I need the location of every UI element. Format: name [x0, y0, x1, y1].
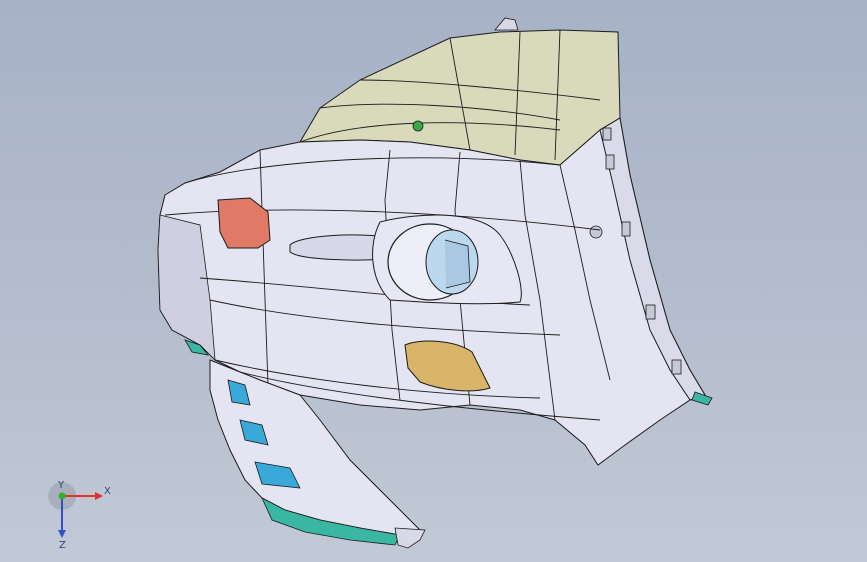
cad-3d-viewport[interactable]: X Y Z [0, 0, 867, 562]
z-axis-label: Z [59, 540, 66, 550]
rear-bumper-quarter-panel-model[interactable] [0, 0, 867, 562]
z-axis-arrow-head [58, 530, 66, 538]
exhaust-inner-detail [444, 239, 471, 289]
y-axis-dot [58, 492, 66, 500]
lower-end-bracket[interactable] [394, 527, 426, 549]
coordinate-triad: X Y Z [48, 480, 111, 550]
datum-marker[interactable] [412, 120, 424, 132]
x-axis-label: X [104, 486, 111, 497]
y-axis-label: Y [57, 480, 65, 491]
top-clip[interactable] [494, 17, 519, 31]
x-axis-arrow-head [95, 492, 103, 500]
